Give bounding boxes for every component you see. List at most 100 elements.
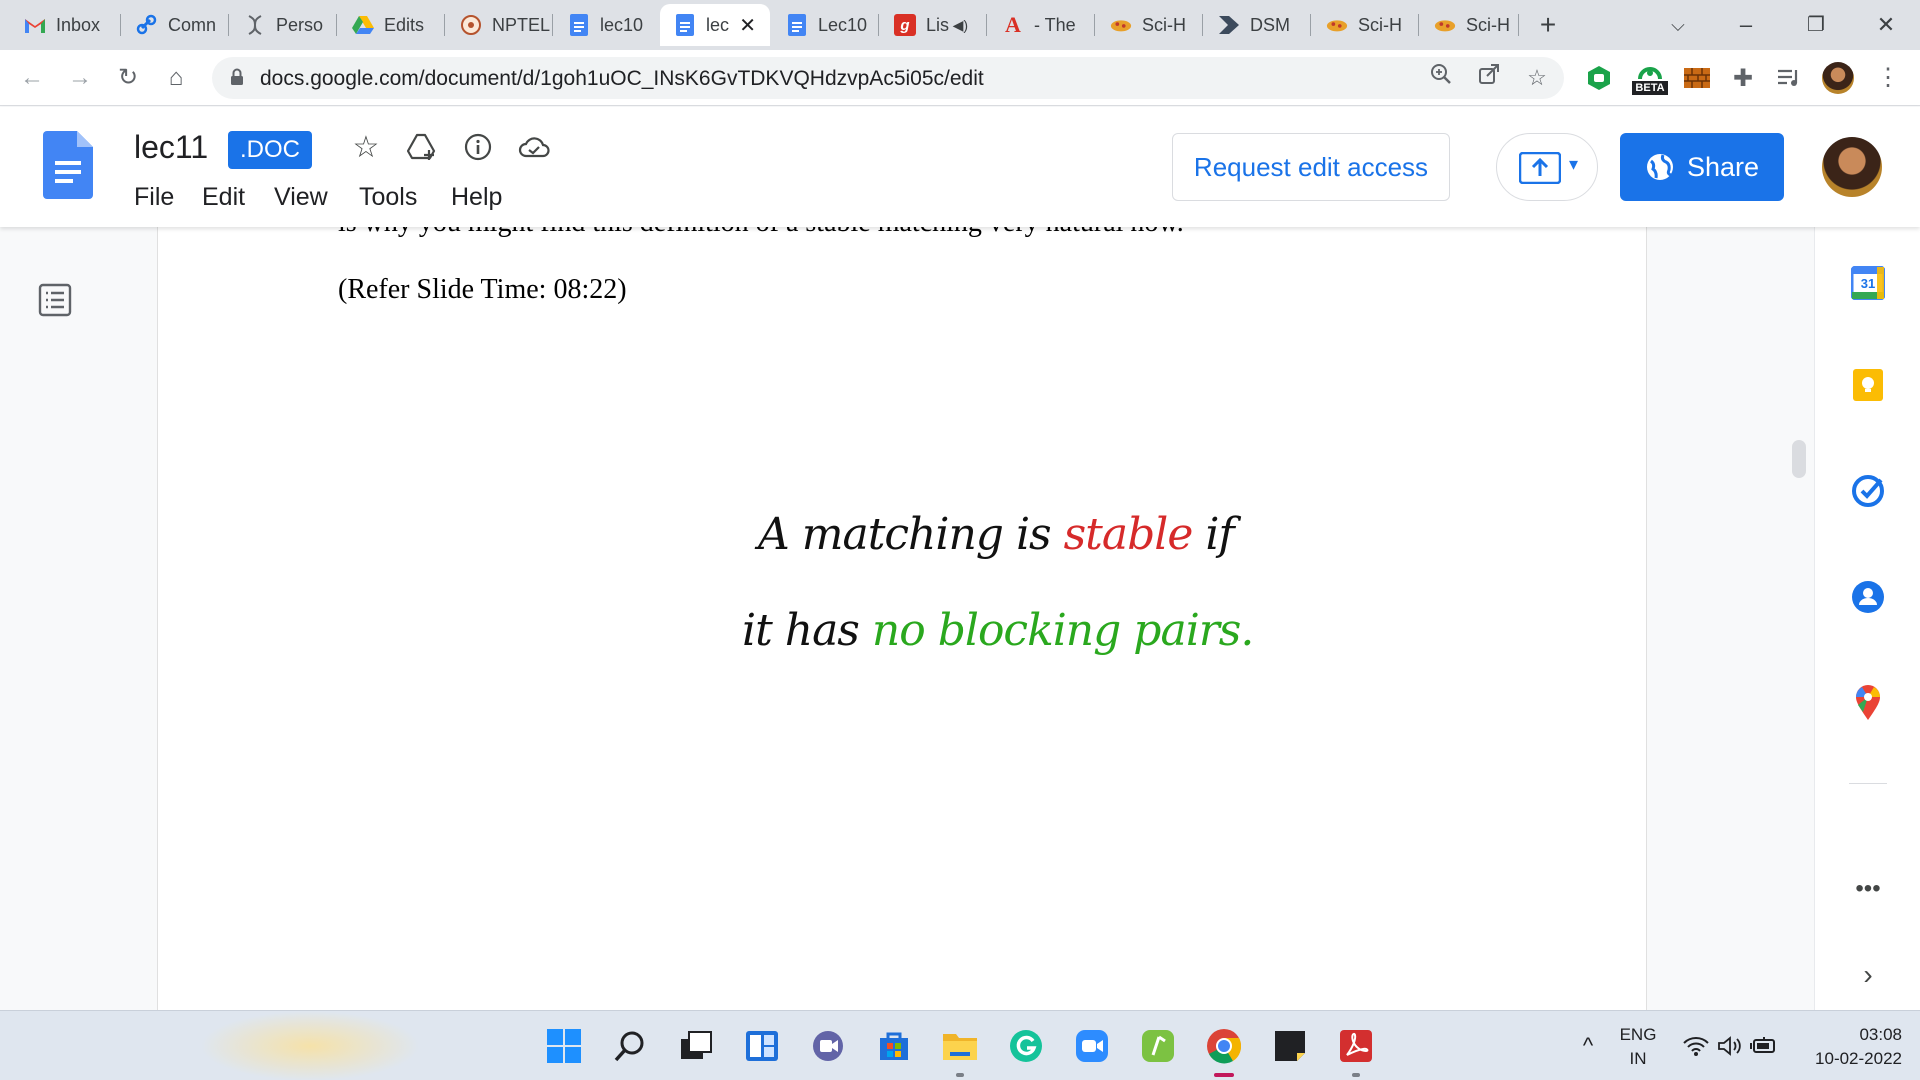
home-button[interactable]: ⌂ xyxy=(158,60,194,96)
language-region[interactable]: IN xyxy=(1616,1049,1660,1069)
body-text-partial: is why you might find this definition of… xyxy=(338,227,1184,239)
sticky-notes-icon[interactable] xyxy=(1270,1026,1310,1066)
docs-icon xyxy=(568,14,590,36)
extensions-puzzle-icon[interactable]: ✚ xyxy=(1728,63,1758,93)
store-icon[interactable] xyxy=(874,1026,914,1066)
globe-icon xyxy=(1646,154,1673,180)
new-tab-button[interactable]: + xyxy=(1530,8,1566,44)
media-control-icon[interactable] xyxy=(1774,63,1804,93)
minimize-button[interactable]: – xyxy=(1716,8,1776,44)
extension-beta-icon[interactable]: BETA xyxy=(1630,58,1670,100)
chevron-right-icon[interactable]: › xyxy=(1848,955,1888,995)
file-explorer-icon[interactable] xyxy=(940,1026,980,1066)
share-button[interactable]: Share xyxy=(1620,133,1784,201)
tab-lis[interactable]: g Lis ◀) xyxy=(880,4,984,46)
acrobat-icon[interactable] xyxy=(1336,1026,1376,1066)
zoom-icon[interactable] xyxy=(1426,63,1456,93)
menu-tools[interactable]: Tools xyxy=(359,183,417,212)
star-icon[interactable]: ☆ xyxy=(346,127,386,167)
tab-lec10-b[interactable]: Lec10 xyxy=(772,4,876,46)
nptel-icon xyxy=(460,14,482,36)
info-icon[interactable] xyxy=(458,127,498,167)
language-indicator[interactable]: ENG xyxy=(1616,1025,1660,1045)
chrome-icon[interactable] xyxy=(1204,1026,1244,1066)
windows-start-icon[interactable] xyxy=(544,1026,584,1066)
g-icon: g xyxy=(894,14,916,36)
close-window-button[interactable]: ✕ xyxy=(1856,8,1916,44)
tasks-icon[interactable] xyxy=(1848,471,1888,511)
speaker-icon[interactable]: ◀) xyxy=(953,17,968,34)
tab-title: Edits xyxy=(384,14,425,35)
back-button[interactable]: ← xyxy=(14,60,50,96)
more-addons-icon[interactable]: ••• xyxy=(1848,869,1888,909)
scrollbar-thumb[interactable] xyxy=(1792,440,1806,478)
tab-nptel[interactable]: NPTEL xyxy=(446,4,550,46)
tab-title: Comn xyxy=(168,14,217,35)
tab-inbox[interactable]: Inbox xyxy=(10,4,118,46)
account-avatar[interactable] xyxy=(1822,137,1882,197)
task-view-icon[interactable] xyxy=(676,1026,716,1066)
tab-scihub-2[interactable]: Sci-H xyxy=(1312,4,1416,46)
tab-lec10[interactable]: lec10 xyxy=(554,4,658,46)
tab-dsm[interactable]: DSM xyxy=(1204,4,1308,46)
tab-scihub-1[interactable]: Sci-H xyxy=(1096,4,1200,46)
tab-search-icon[interactable]: ⌵ xyxy=(1648,8,1708,44)
clock-date[interactable]: 10-02-2022 xyxy=(1790,1049,1902,1069)
clock-time[interactable]: 03:08 xyxy=(1790,1025,1902,1045)
request-edit-access-button[interactable]: Request edit access xyxy=(1172,133,1450,201)
battery-icon[interactable] xyxy=(1744,1026,1784,1066)
evernote-like-icon[interactable] xyxy=(1138,1026,1178,1066)
more-menu-icon[interactable]: ⋮ xyxy=(1870,60,1906,96)
address-bar[interactable]: docs.google.com/document/d/1goh1uOC_INsK… xyxy=(212,57,1564,99)
maps-icon[interactable] xyxy=(1848,683,1888,723)
gmail-icon xyxy=(24,14,46,36)
menu-view[interactable]: View xyxy=(274,183,328,212)
menu-help[interactable]: Help xyxy=(451,183,502,212)
tab-the[interactable]: A - The xyxy=(988,4,1092,46)
tab-title: Perso xyxy=(276,14,324,35)
move-to-drive-icon[interactable] xyxy=(402,127,442,167)
widgets-icon[interactable] xyxy=(742,1026,782,1066)
tab-title: Sci-H xyxy=(1142,14,1186,35)
zoom-app-icon[interactable] xyxy=(1072,1026,1112,1066)
chevron-up-icon[interactable]: ^ xyxy=(1568,1026,1608,1066)
tab-edits[interactable]: Edits xyxy=(338,4,442,46)
calendar-icon[interactable]: 31 xyxy=(1848,263,1888,303)
scihub-icon xyxy=(1326,14,1348,36)
extension-green-icon[interactable] xyxy=(1584,63,1614,93)
tab-title: NPTEL xyxy=(492,14,550,35)
slide-line-1: A matching is stable if xyxy=(758,509,1235,560)
refer-slide-time: (Refer Slide Time: 08:22) xyxy=(338,274,627,305)
search-icon[interactable] xyxy=(610,1026,650,1066)
tab-perso[interactable]: Perso xyxy=(230,4,334,46)
close-icon[interactable]: ✕ xyxy=(739,13,756,38)
bookmark-star-icon[interactable]: ☆ xyxy=(1522,63,1552,93)
reload-button[interactable]: ↻ xyxy=(110,60,146,96)
teams-chat-icon[interactable] xyxy=(808,1026,848,1066)
slide-text-no-blocking-pairs: no blocking pairs. xyxy=(871,605,1254,656)
menu-edit[interactable]: Edit xyxy=(202,183,245,212)
document-title[interactable]: lec11 xyxy=(134,129,208,166)
docs-logo-icon[interactable] xyxy=(43,131,93,199)
menu-file[interactable]: File xyxy=(134,183,174,212)
drive-icon xyxy=(352,14,374,36)
present-icon xyxy=(1519,152,1561,184)
document-outline-icon[interactable] xyxy=(38,283,72,317)
cloud-status-icon[interactable] xyxy=(514,127,554,167)
share-page-icon[interactable] xyxy=(1474,63,1504,93)
grammarly-icon[interactable] xyxy=(1006,1026,1046,1066)
restore-button[interactable]: ❐ xyxy=(1786,8,1846,44)
tab-scihub-3[interactable]: Sci-H xyxy=(1420,4,1520,46)
document-page[interactable]: is why you might find this definition of… xyxy=(157,227,1647,1010)
tab-strip: Inbox Comn Perso Edits NPTEL lec10 lec ✕… xyxy=(0,0,1920,50)
caret-down-icon: ▾ xyxy=(1569,154,1579,174)
tab-comn[interactable]: Comn xyxy=(122,4,226,46)
extension-brick-icon[interactable] xyxy=(1682,63,1712,93)
contacts-icon[interactable] xyxy=(1848,577,1888,617)
forward-button[interactable]: → xyxy=(62,60,98,96)
profile-avatar[interactable] xyxy=(1822,62,1854,94)
present-button[interactable]: ▾ xyxy=(1496,133,1598,201)
tab-lec-active[interactable]: lec ✕ xyxy=(660,4,770,46)
slide-text-stable: stable xyxy=(1063,509,1194,560)
keep-icon[interactable] xyxy=(1848,365,1888,405)
